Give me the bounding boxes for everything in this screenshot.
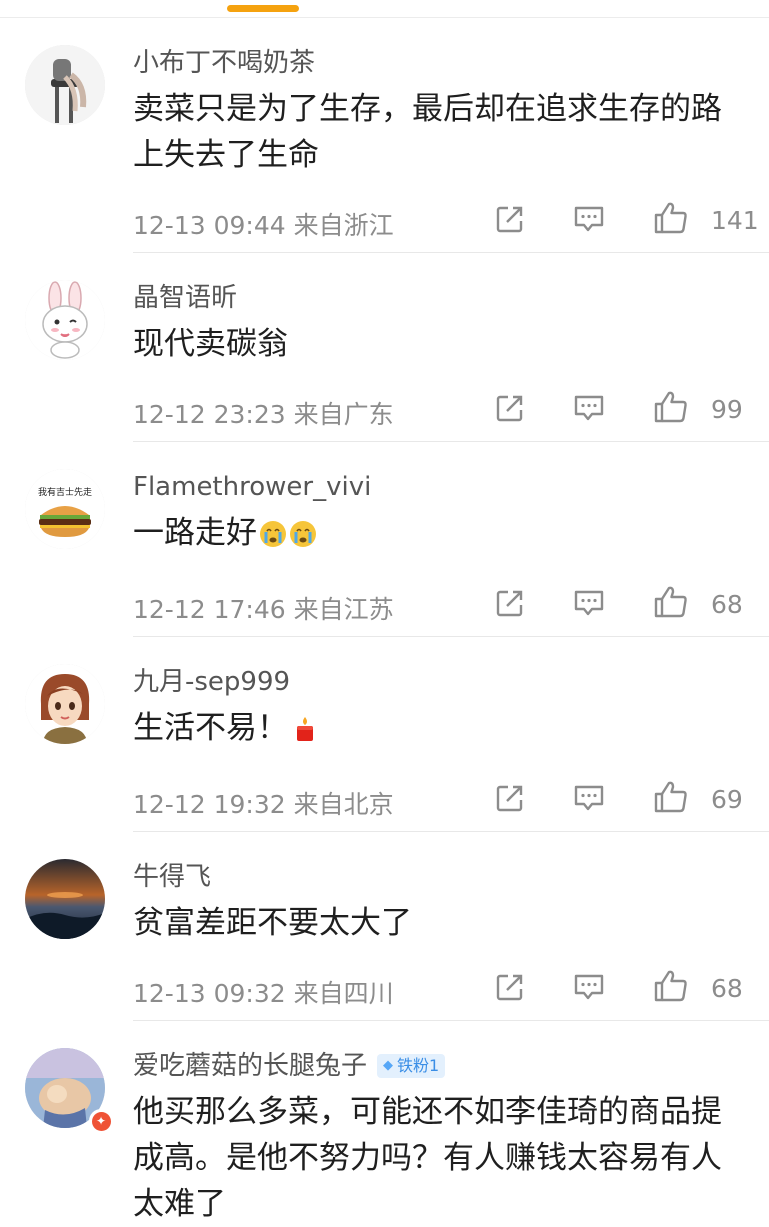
comment-meta: 12-12 19:32 来自北京 69 — [133, 771, 769, 831]
comment-text-body: 生活不易！ — [133, 710, 288, 746]
timestamp: 12-12 19:32 — [133, 790, 286, 819]
comment-item: ✦ 爱吃蘑菇的长腿兔子 ◆ 铁粉1 他买那么多菜，可能还不如李佳琦的商品提成高。是… — [25, 1021, 769, 1227]
username[interactable]: 九月-sep999 — [133, 637, 769, 699]
username[interactable]: Flamethrower_vivi — [133, 442, 769, 504]
comment-icon[interactable] — [573, 205, 605, 233]
like-count: 141 — [711, 206, 759, 235]
like-count: 99 — [711, 395, 743, 424]
fan-badge[interactable]: ◆ 铁粉1 — [377, 1054, 446, 1078]
like-icon[interactable] — [653, 585, 689, 619]
forward-icon[interactable] — [495, 783, 525, 813]
active-tab-indicator — [227, 5, 299, 12]
comment-meta: 12-12 17:46 来自江苏 68 — [133, 576, 769, 636]
timestamp: 12-13 09:32 — [133, 979, 286, 1008]
timestamp-location: 12-12 23:23 来自广东 — [133, 395, 394, 431]
comment-item: 九月-sep999 生活不易！ 12-12 19:32 来自北京 69 — [25, 637, 769, 832]
username[interactable]: 牛得飞 — [133, 832, 769, 894]
timestamp-location: 12-13 09:32 来自四川 — [133, 974, 394, 1010]
username[interactable]: 爱吃蘑菇的长腿兔子 — [133, 1049, 367, 1083]
candle-emoji-icon — [290, 711, 320, 757]
location: 来自浙江 — [293, 211, 394, 240]
verified-badge-icon: ✦ — [89, 1109, 113, 1133]
location: 来自江苏 — [293, 595, 394, 624]
comment-text: 生活不易！ — [133, 705, 769, 757]
comment-icon[interactable] — [573, 973, 605, 1001]
comment-meta: 12-13 09:44 来自浙江 141 — [133, 192, 769, 252]
comment-icon[interactable] — [573, 784, 605, 812]
avatar[interactable]: 我有吉士先走 — [25, 469, 105, 549]
avatar-image: 我有吉士先走 — [25, 469, 105, 549]
avatar-image — [25, 280, 105, 360]
comment-text: 一路走好 — [133, 510, 769, 562]
avatar[interactable] — [25, 664, 105, 744]
avatar[interactable] — [25, 280, 105, 360]
username[interactable]: 小布丁不喝奶茶 — [133, 18, 769, 80]
comment-icon[interactable] — [573, 394, 605, 422]
username-row: 爱吃蘑菇的长腿兔子 ◆ 铁粉1 — [133, 1021, 769, 1083]
comment-text-body: 一路走好 — [133, 515, 257, 551]
like-count: 68 — [711, 590, 743, 619]
comment-text: 现代卖碳翁 — [133, 326, 288, 362]
timestamp: 12-13 09:44 — [133, 211, 286, 240]
comment-text: 他买那么多菜，可能还不如李佳琦的商品提成高。是他不努力吗？有人赚钱太容易有人太难… — [133, 1094, 722, 1222]
avatar[interactable] — [25, 45, 105, 125]
like-count: 69 — [711, 785, 743, 814]
location: 来自北京 — [293, 790, 394, 819]
avatar-image — [25, 664, 105, 744]
comment-meta: 12-12 23:23 来自广东 99 — [133, 381, 769, 441]
comment-list: 小布丁不喝奶茶 卖菜只是为了生存，最后却在追求生存的路上失去了生命 12-13 … — [0, 18, 769, 1227]
like-icon[interactable] — [653, 969, 689, 1003]
timestamp: 12-12 23:23 — [133, 400, 286, 429]
forward-icon[interactable] — [495, 972, 525, 1002]
like-icon[interactable] — [653, 390, 689, 424]
like-icon[interactable] — [653, 780, 689, 814]
diamond-icon: ◆ — [383, 1058, 394, 1073]
avatar-text: 我有吉士先走 — [38, 486, 92, 498]
username[interactable]: 晶智语昕 — [133, 253, 769, 315]
comment-meta: 12-13 09:32 来自四川 68 — [133, 960, 769, 1020]
like-count: 68 — [711, 974, 743, 1003]
timestamp-location: 12-13 09:44 来自浙江 — [133, 206, 394, 242]
forward-icon[interactable] — [495, 393, 525, 423]
timestamp: 12-12 17:46 — [133, 595, 286, 624]
comment-text: 贫富差距不要太大了 — [133, 905, 412, 941]
timestamp-location: 12-12 19:32 来自北京 — [133, 785, 394, 821]
forward-icon[interactable] — [495, 588, 525, 618]
comment-item: 晶智语昕 现代卖碳翁 12-12 23:23 来自广东 99 — [25, 253, 769, 442]
comment-icon[interactable] — [573, 589, 605, 617]
comment-item: 小布丁不喝奶茶 卖菜只是为了生存，最后却在追求生存的路上失去了生命 12-13 … — [25, 18, 769, 253]
location: 来自四川 — [293, 979, 394, 1008]
like-icon[interactable] — [653, 201, 689, 235]
avatar-image — [25, 859, 105, 939]
comment-item: 牛得飞 贫富差距不要太大了 12-13 09:32 来自四川 68 — [25, 832, 769, 1021]
fan-badge-label: 铁粉1 — [397, 1056, 440, 1075]
crying-emoji-icon — [259, 516, 319, 562]
comment-text: 卖菜只是为了生存，最后却在追求生存的路上失去了生命 — [133, 91, 722, 173]
avatar[interactable] — [25, 859, 105, 939]
avatar-image — [25, 45, 105, 125]
comment-item: 我有吉士先走 Flamethrower_vivi 一路走好 12-12 17:4… — [25, 442, 769, 637]
forward-icon[interactable] — [495, 204, 525, 234]
timestamp-location: 12-12 17:46 来自江苏 — [133, 590, 394, 626]
location: 来自广东 — [293, 400, 394, 429]
